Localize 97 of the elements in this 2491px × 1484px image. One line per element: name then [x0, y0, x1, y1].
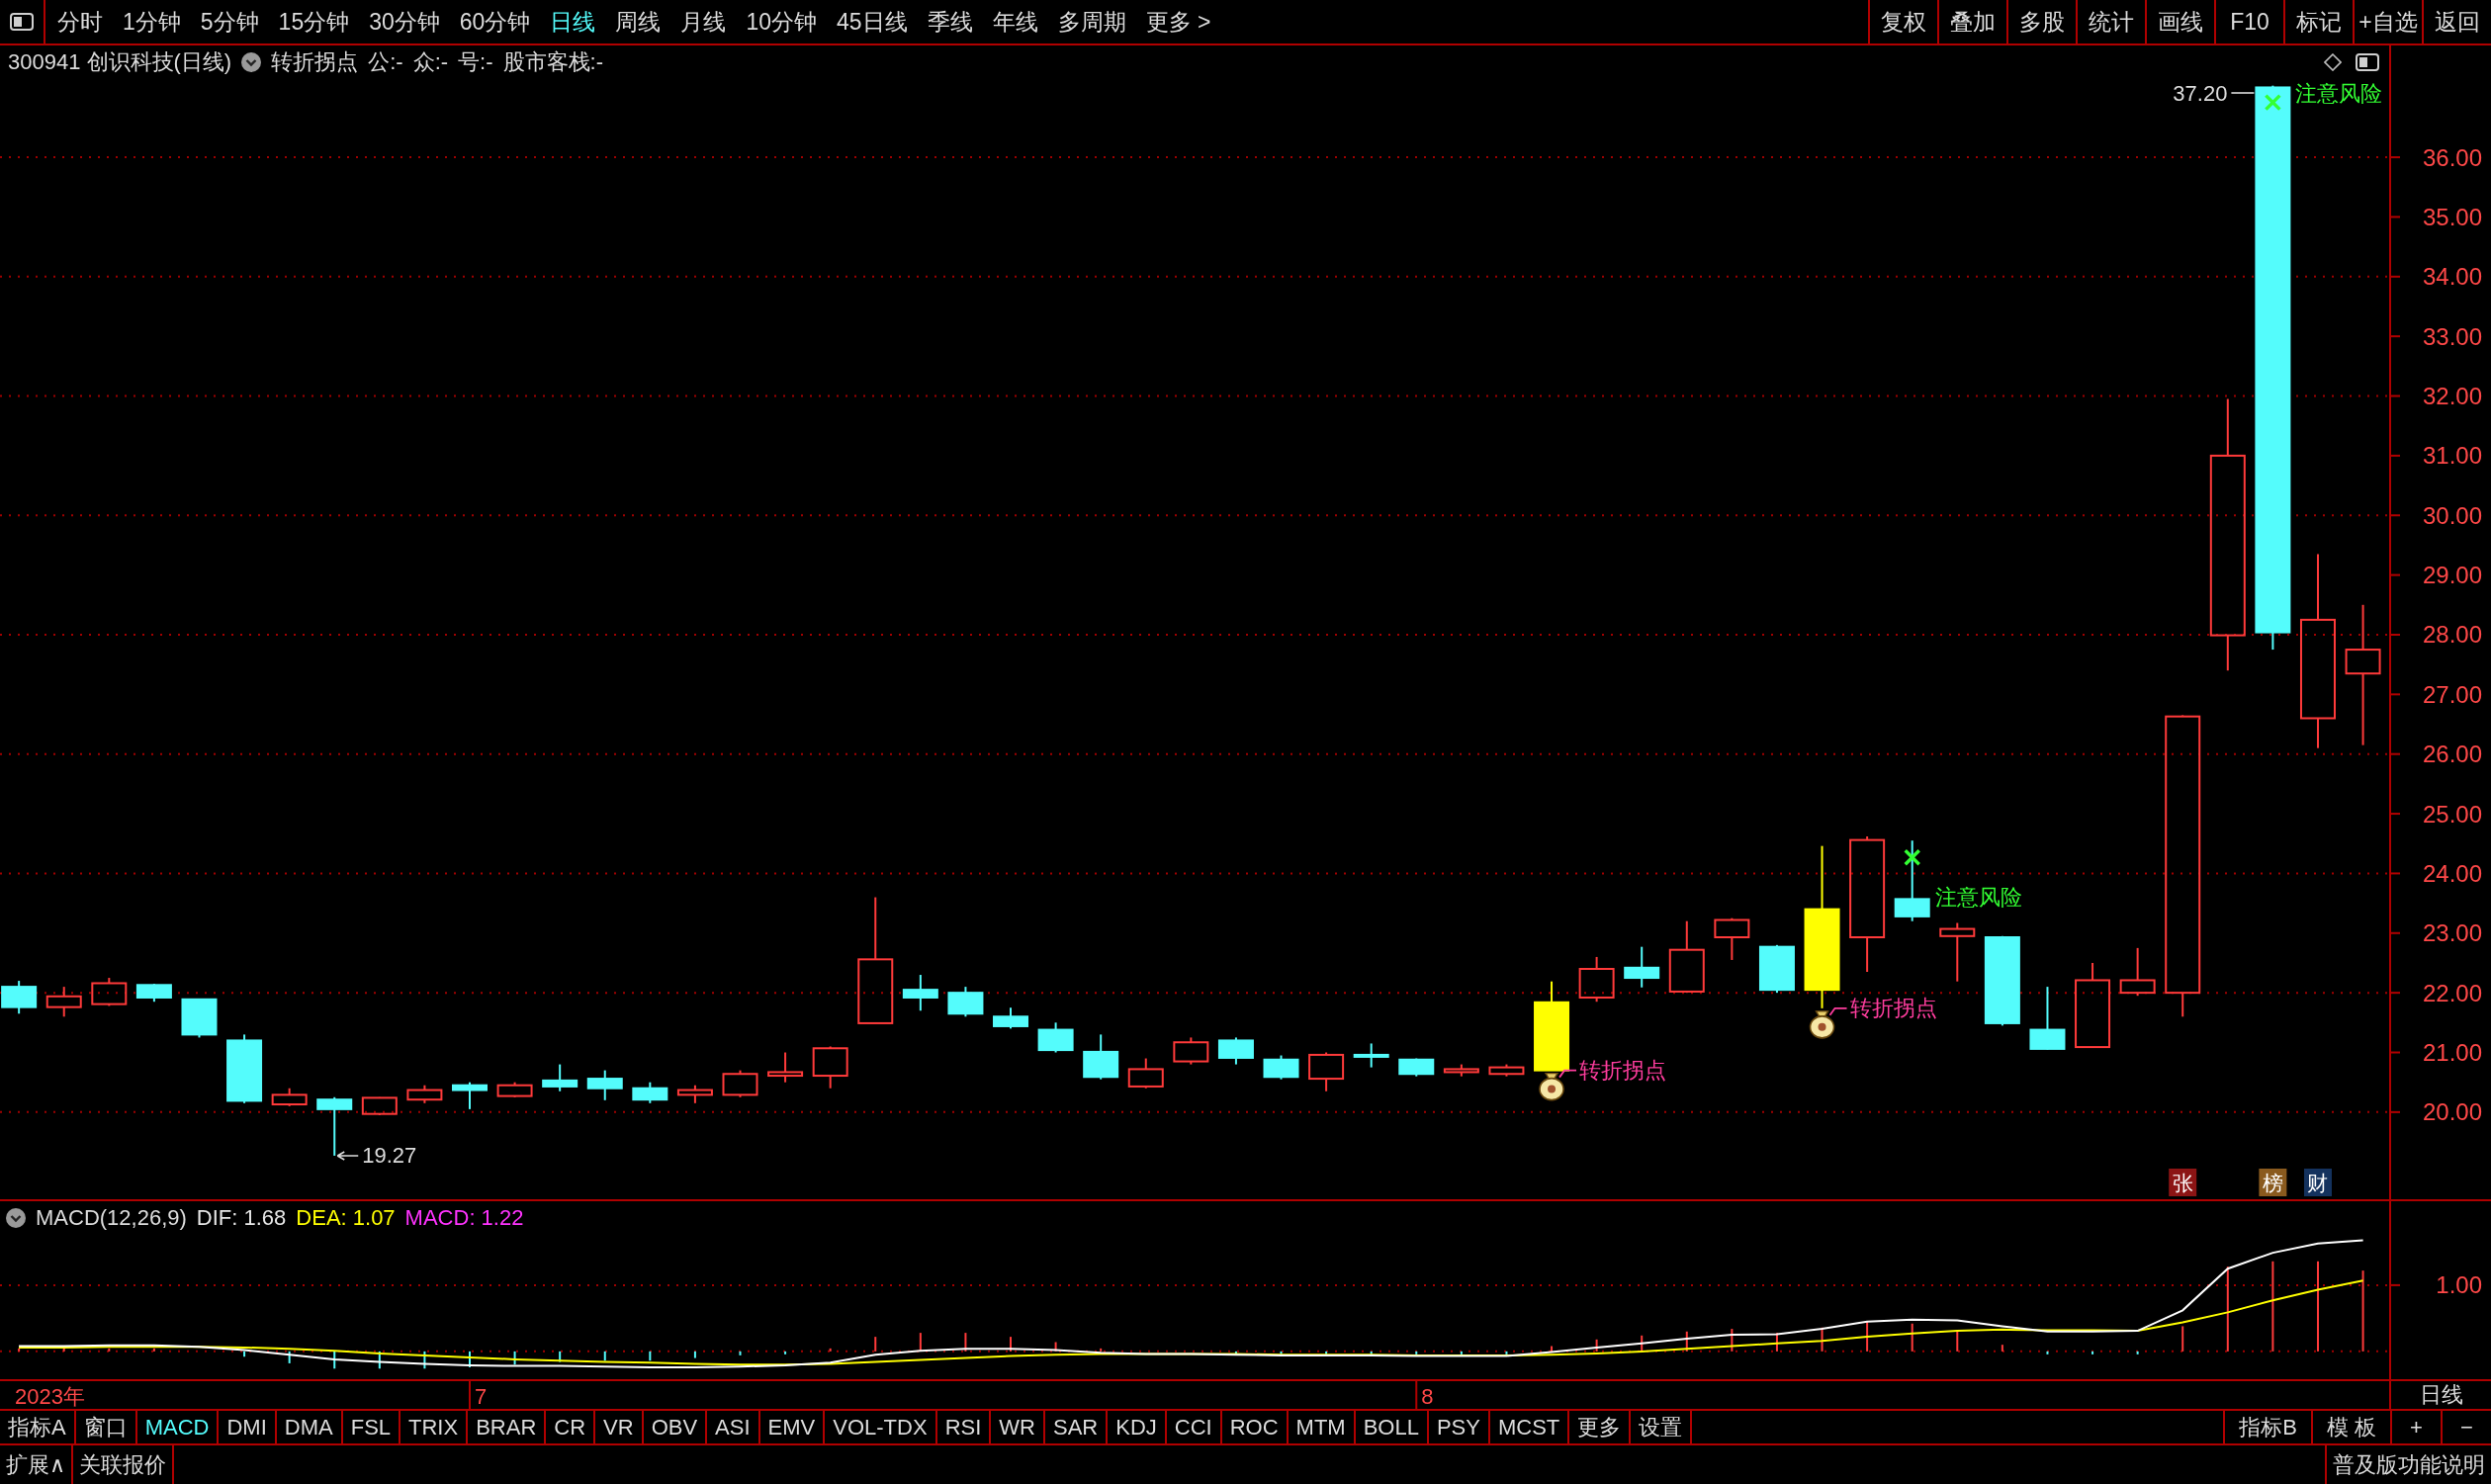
toolbar-button[interactable]: F10	[2214, 0, 2283, 44]
help-link[interactable]: 普及版功能说明	[2325, 1445, 2491, 1484]
indicator-output: 号:-	[458, 48, 493, 76]
indicator-tab[interactable]: PSY	[1428, 1411, 1490, 1443]
circle-chevron-icon[interactable]	[241, 52, 262, 72]
indicator-tab[interactable]: SAR	[1044, 1411, 1109, 1443]
axis-label: 32.00	[2422, 383, 2482, 409]
event-tag[interactable]: 张	[2169, 1169, 2197, 1196]
period-tab[interactable]: 10分钟	[746, 6, 817, 38]
toolbar-button[interactable]: 复权	[1868, 0, 1937, 44]
indicator-output: 公:-	[368, 48, 403, 76]
indicator-reading: DIF: 1.68	[196, 1205, 287, 1231]
period-tab[interactable]: 更多 >	[1145, 6, 1211, 38]
indicator-tab[interactable]: 窗口	[75, 1411, 137, 1443]
indicator-tab[interactable]: 设置	[1631, 1411, 1693, 1443]
period-tab[interactable]: 分时	[57, 6, 103, 38]
axis-label: 1.00	[2436, 1271, 2482, 1299]
toolbar-button[interactable]: +自选	[2353, 0, 2422, 44]
axis-label: 23.00	[2422, 919, 2482, 947]
panel-tab[interactable]: 指标B	[2223, 1411, 2311, 1443]
period-tab[interactable]: 日线	[550, 6, 596, 38]
indicator-tab[interactable]: VR	[595, 1411, 644, 1443]
indicator-tab[interactable]: TRIX	[400, 1411, 469, 1443]
axis-label: 21.00	[2422, 1039, 2482, 1066]
toolbar-button[interactable]: 统计	[2076, 0, 2145, 44]
period-tab[interactable]: 多周期	[1057, 6, 1126, 38]
toolbar-button[interactable]: 标记	[2283, 0, 2353, 44]
axis-label: 20.00	[2422, 1098, 2482, 1126]
axis-label: 30.00	[2422, 501, 2482, 529]
indicator-tab[interactable]: MTM	[1288, 1411, 1356, 1443]
axis-label: 25.00	[2422, 800, 2482, 828]
period-label: 日线	[2419, 1381, 2463, 1409]
period-tab[interactable]: 月线	[680, 6, 727, 38]
indicator-tab[interactable]: KDJ	[1108, 1411, 1167, 1443]
diamond-icon[interactable]	[2324, 53, 2342, 71]
date-label: 2023年	[15, 1383, 85, 1409]
indicator-tab[interactable]: BOLL	[1355, 1411, 1429, 1443]
panel-tab[interactable]: 模 板	[2310, 1411, 2390, 1443]
period-tab[interactable]: 15分钟	[278, 6, 350, 38]
indicator-tab[interactable]: OBV	[643, 1411, 708, 1443]
indicator-tab[interactable]: MCST	[1489, 1411, 1570, 1443]
toolbar-button[interactable]: 画线	[2145, 0, 2214, 44]
axis-label: 35.00	[2422, 203, 2482, 230]
axis-label: 33.00	[2422, 322, 2482, 350]
indicator-tab[interactable]: ROC	[1221, 1411, 1289, 1443]
indicator-tab[interactable]: WR	[991, 1411, 1045, 1443]
indicator-tab[interactable]: EMV	[759, 1411, 826, 1443]
date-label: 8	[1421, 1383, 1434, 1409]
period-tab[interactable]: 周线	[615, 6, 662, 38]
indicator-tab[interactable]: ASI	[707, 1411, 760, 1443]
period-tab[interactable]: 30分钟	[369, 6, 440, 38]
indicator-tab[interactable]: DMI	[219, 1411, 277, 1443]
axis-label: 27.00	[2422, 680, 2482, 708]
indicator-tab[interactable]: FSL	[342, 1411, 401, 1443]
indicator-tab[interactable]: VOL-TDX	[825, 1411, 937, 1443]
indicator-tab[interactable]: MACD	[136, 1411, 220, 1443]
toolbar-button[interactable]: 返回	[2422, 0, 2491, 44]
indicator-tab[interactable]: 更多	[1569, 1411, 1632, 1443]
indicator-tab[interactable]: BRAR	[468, 1411, 547, 1443]
indicator-title: MACD(12,26,9)	[36, 1205, 187, 1231]
indicator-reading: DEA: 1.07	[296, 1205, 396, 1231]
event-tag[interactable]: 财	[2304, 1169, 2332, 1196]
panel-toggle-icon[interactable]	[2356, 53, 2379, 71]
period-tab[interactable]: 60分钟	[459, 6, 531, 38]
panel-toggle-icon[interactable]	[10, 13, 34, 31]
indicator-tab[interactable]: DMA	[276, 1411, 343, 1443]
toolbar-button[interactable]: 叠加	[1937, 0, 2006, 44]
indicator-tab[interactable]: CCI	[1166, 1411, 1222, 1443]
axis-label: 24.00	[2422, 859, 2482, 887]
indicator-reading: MACD: 1.22	[404, 1205, 524, 1231]
axis-label: 22.00	[2422, 979, 2482, 1006]
period-tab[interactable]: 季线	[927, 6, 973, 38]
period-tab[interactable]: 1分钟	[123, 6, 181, 38]
bottom-tab[interactable]: 关联报价	[73, 1445, 175, 1484]
indicator-tab[interactable]: 指标A	[0, 1411, 76, 1443]
period-tab[interactable]: 45日线	[836, 6, 908, 38]
period-tab[interactable]: 年线	[992, 6, 1038, 38]
toolbar-button[interactable]: 多股	[2006, 0, 2076, 44]
circle-chevron-icon[interactable]	[6, 1208, 26, 1228]
indicator-tab[interactable]: CR	[546, 1411, 596, 1443]
bottom-tab[interactable]: 扩展∧	[0, 1445, 74, 1484]
axis-label: 36.00	[2422, 143, 2482, 171]
axis-label: 26.00	[2422, 741, 2482, 768]
panel-tab[interactable]: −	[2441, 1411, 2491, 1443]
indicator-name: 转折拐点	[271, 48, 359, 76]
panel-tab[interactable]: +	[2390, 1411, 2441, 1443]
date-label: 7	[475, 1383, 488, 1409]
axis-label: 28.00	[2422, 621, 2482, 649]
axis-label: 31.00	[2422, 442, 2482, 470]
axis-label: 29.00	[2422, 562, 2482, 589]
indicator-output: 众:-	[412, 48, 449, 76]
period-tab[interactable]: 5分钟	[200, 6, 259, 38]
event-tag[interactable]: 榜	[2259, 1169, 2287, 1196]
indicator-output: 股市客栈:-	[502, 48, 603, 76]
axis-label: 34.00	[2422, 263, 2482, 291]
indicator-tab[interactable]: RSI	[936, 1411, 992, 1443]
security-title: 300941 创识科技(日线)	[8, 48, 232, 76]
